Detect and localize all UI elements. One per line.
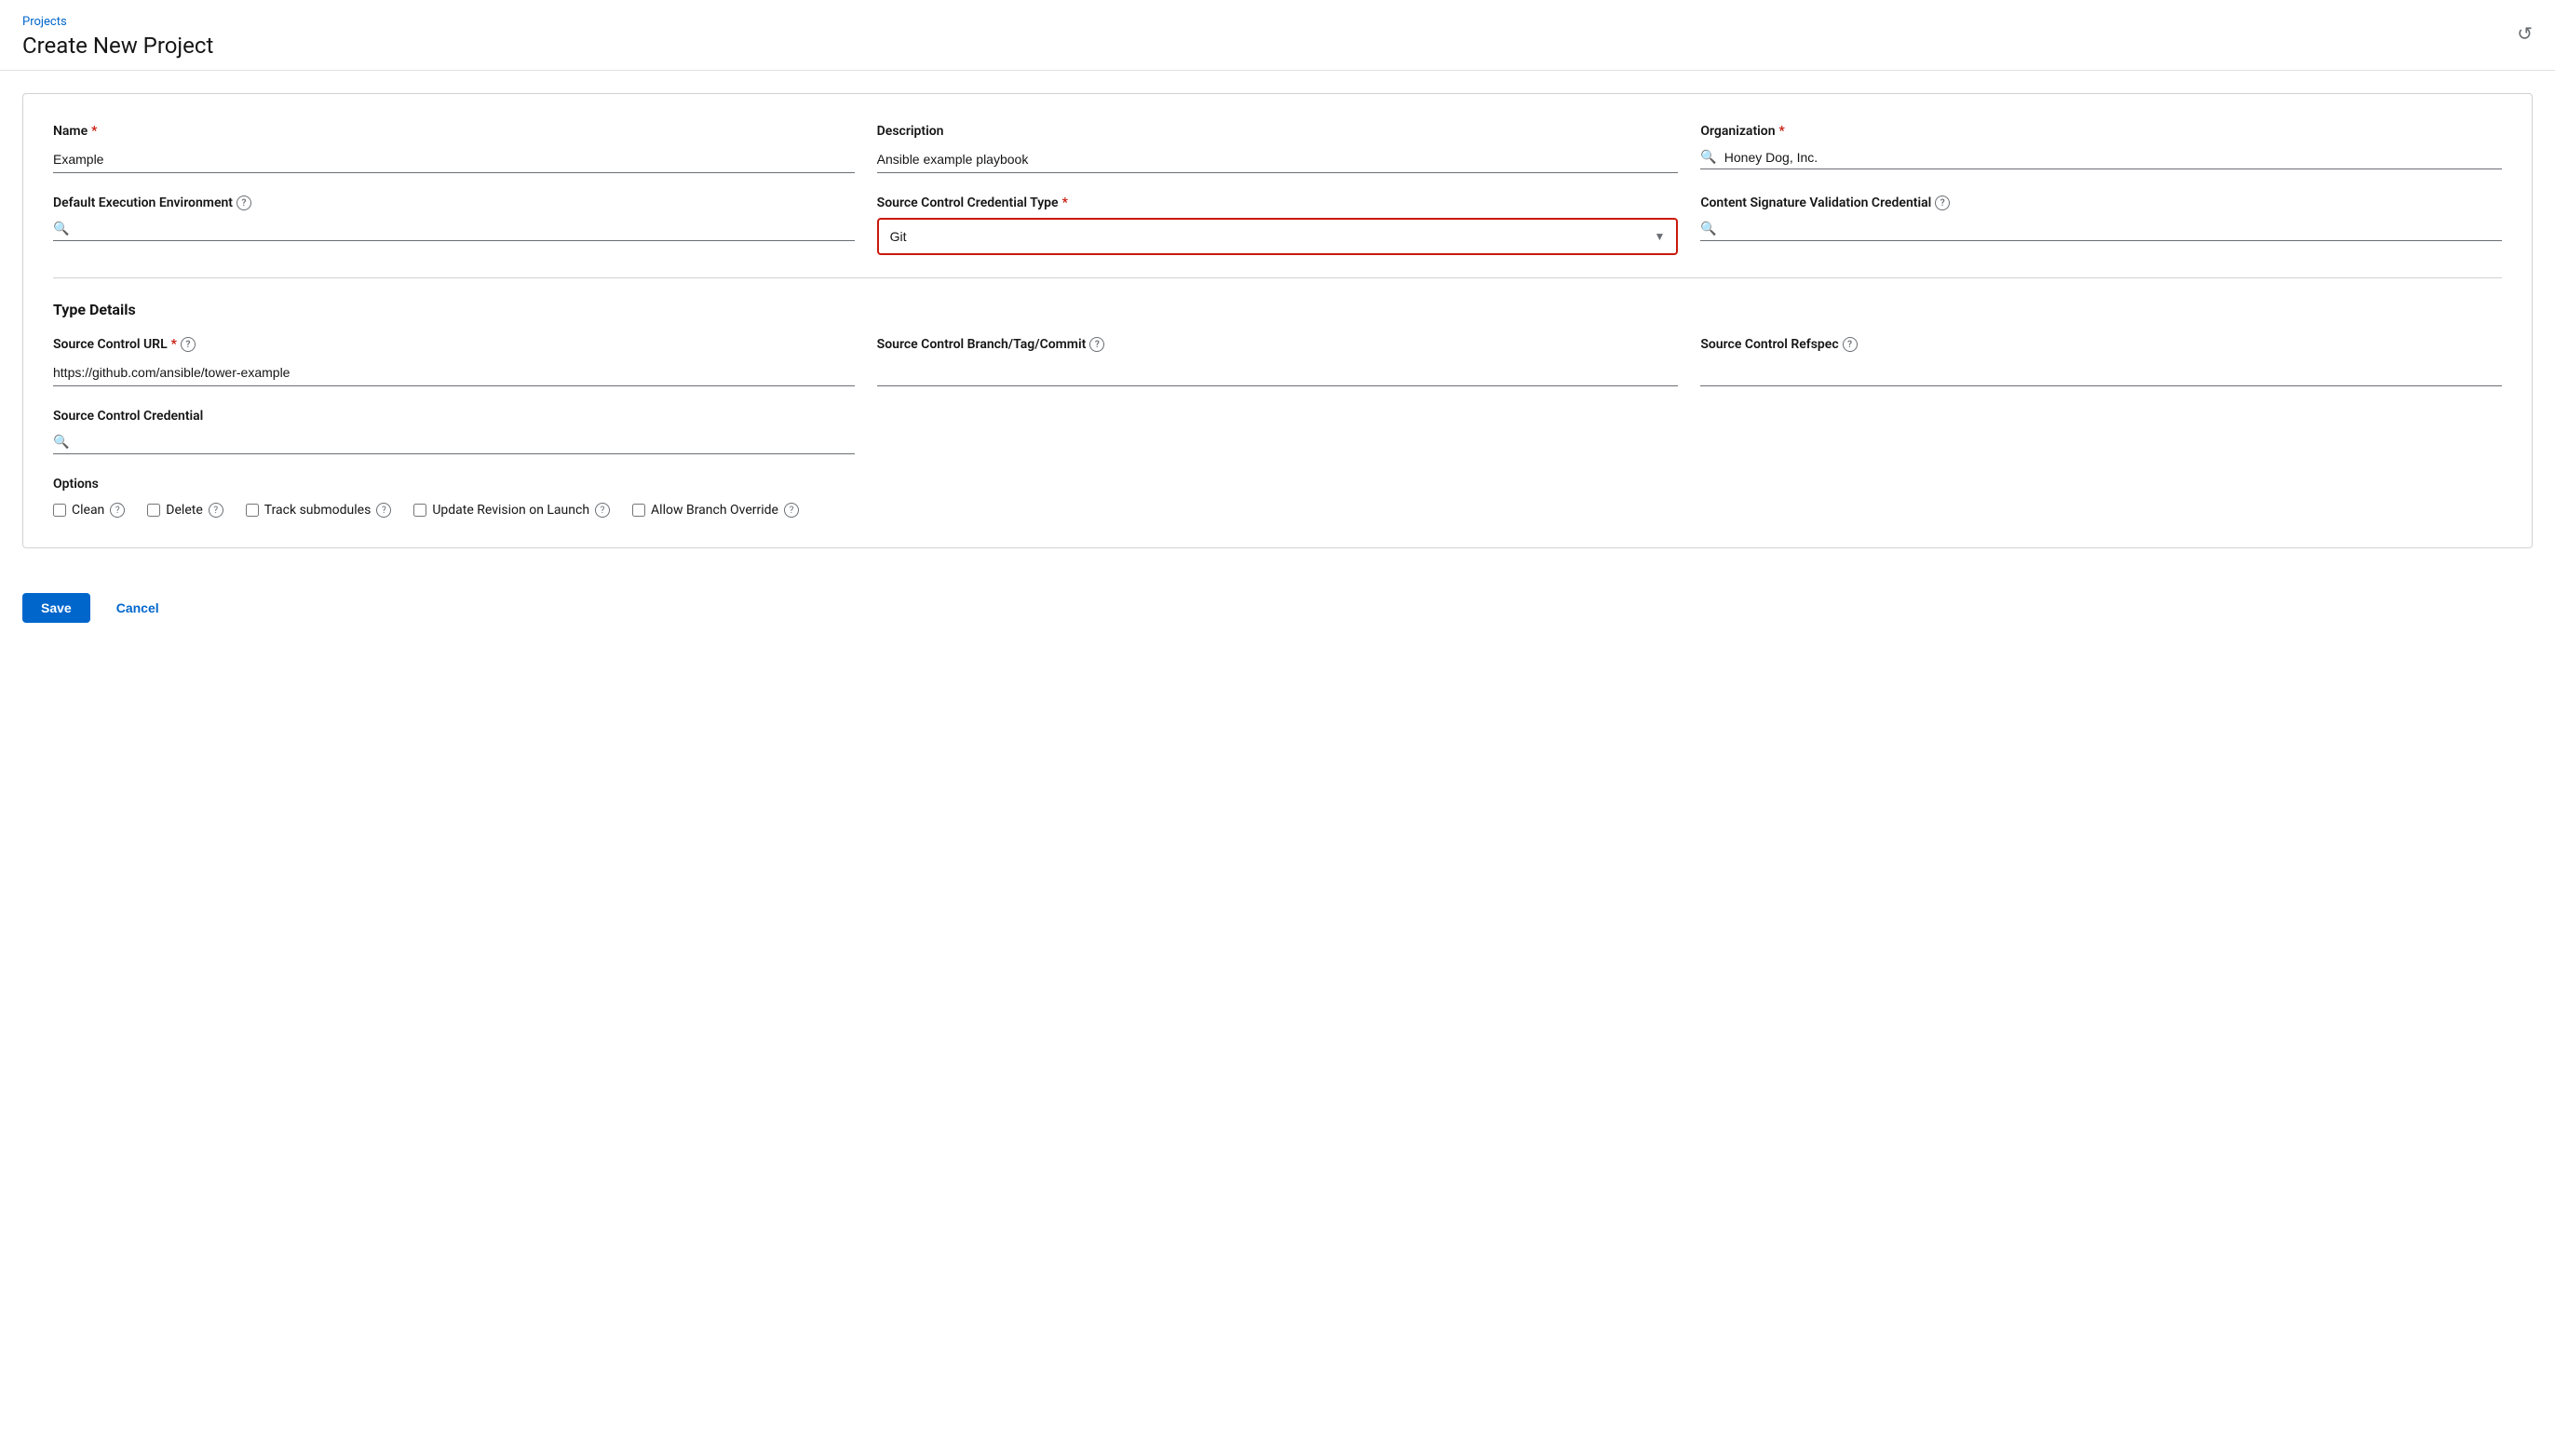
help-icon-update-revision[interactable]: ? — [595, 503, 610, 518]
section-title-type-details: Type Details — [53, 301, 2502, 318]
label-sc-credential: Source Control Credential — [53, 409, 855, 424]
checkbox-update-revision[interactable] — [413, 504, 426, 517]
exec-env-search-icon: 🔍 — [53, 222, 69, 236]
help-icon-exec-env[interactable]: ? — [237, 195, 251, 210]
help-icon-sc-refspec[interactable]: ? — [1843, 337, 1858, 352]
header-left: Projects Create New Project — [22, 15, 213, 59]
input-description[interactable] — [877, 146, 1679, 173]
field-description: Description — [877, 124, 1679, 173]
input-name[interactable] — [53, 146, 855, 173]
section-divider — [53, 277, 2502, 278]
exec-env-search-wrapper: 🔍 — [53, 218, 855, 241]
help-icon-allow-branch-override[interactable]: ? — [784, 503, 799, 518]
label-clean[interactable]: Clean — [72, 503, 104, 518]
option-delete: Delete ? — [147, 503, 223, 518]
content-sig-search-wrapper: 🔍 — [1700, 218, 2502, 241]
breadcrumb[interactable]: Projects — [22, 15, 213, 29]
select-source-control-type[interactable]: Manual Git Subversion Mercurial Red Hat … — [879, 220, 1677, 253]
help-icon-sc-branch[interactable]: ? — [1089, 337, 1104, 352]
page-wrapper: Projects Create New Project ↺ Name * Des… — [0, 0, 2555, 1456]
input-sc-branch[interactable] — [877, 359, 1679, 386]
row-sc-credential: Source Control Credential 🔍 — [53, 409, 2502, 454]
input-sc-url[interactable] — [53, 359, 855, 386]
option-allow-branch-override: Allow Branch Override ? — [632, 503, 799, 518]
content-sig-search-icon: 🔍 — [1700, 222, 1716, 236]
input-sc-refspec[interactable] — [1700, 359, 2502, 386]
options-section: Options Clean ? Delete ? Track submodule… — [53, 477, 2502, 518]
required-star-sc-url: * — [171, 337, 177, 352]
field-sc-branch: Source Control Branch/Tag/Commit ? — [877, 337, 1679, 386]
option-track-submodules: Track submodules ? — [246, 503, 392, 518]
page-header: Projects Create New Project ↺ — [0, 0, 2555, 71]
label-sc-branch: Source Control Branch/Tag/Commit ? — [877, 337, 1679, 352]
option-update-revision: Update Revision on Launch ? — [413, 503, 610, 518]
checkbox-clean[interactable] — [53, 504, 66, 517]
select-wrapper-scct: Manual Git Subversion Mercurial Red Hat … — [877, 218, 1679, 255]
history-icon[interactable]: ↺ — [2517, 22, 2533, 45]
cancel-button[interactable]: Cancel — [101, 593, 174, 623]
field-sc-credential: Source Control Credential 🔍 — [53, 409, 855, 454]
label-default-exec-env: Default Execution Environment ? — [53, 195, 855, 210]
input-exec-env[interactable] — [76, 222, 854, 236]
label-name: Name * — [53, 124, 855, 139]
label-delete[interactable]: Delete — [166, 503, 202, 518]
required-star-org: * — [1779, 124, 1785, 139]
help-icon-sc-url[interactable]: ? — [181, 337, 196, 352]
field-default-exec-env: Default Execution Environment ? 🔍 — [53, 195, 855, 255]
help-icon-clean[interactable]: ? — [110, 503, 125, 518]
label-content-sig-validation: Content Signature Validation Credential … — [1700, 195, 2502, 210]
page-title: Create New Project — [22, 33, 213, 59]
save-button[interactable]: Save — [22, 593, 90, 623]
checkbox-allow-branch-override[interactable] — [632, 504, 645, 517]
row-sc-url-branch-refspec: Source Control URL * ? Source Control Br… — [53, 337, 2502, 386]
help-icon-content-sig[interactable]: ? — [1935, 195, 1950, 210]
input-content-sig[interactable] — [1724, 222, 2502, 236]
field-sc-refspec: Source Control Refspec ? — [1700, 337, 2502, 386]
checkbox-track-submodules[interactable] — [246, 504, 259, 517]
option-clean: Clean ? — [53, 503, 125, 518]
required-star-name: * — [91, 124, 97, 139]
sc-credential-search-icon: 🔍 — [53, 435, 69, 450]
form-footer: Save Cancel — [0, 571, 2555, 645]
checkbox-delete[interactable] — [147, 504, 160, 517]
required-star-scct: * — [1062, 195, 1068, 210]
row-name-description-org: Name * Description Organization * 🔍 — [53, 124, 2502, 173]
field-source-control-type: Source Control Credential Type * Manual … — [877, 195, 1679, 255]
help-icon-delete[interactable]: ? — [209, 503, 223, 518]
form-container: Name * Description Organization * 🔍 — [22, 93, 2533, 548]
field-sc-url: Source Control URL * ? — [53, 337, 855, 386]
org-search-wrapper: 🔍 — [1700, 146, 2502, 169]
input-organization[interactable] — [1724, 150, 2502, 165]
field-name: Name * — [53, 124, 855, 173]
sc-credential-search-wrapper: 🔍 — [53, 431, 855, 454]
label-source-control-type: Source Control Credential Type * — [877, 195, 1679, 210]
label-track-submodules[interactable]: Track submodules — [264, 503, 372, 518]
label-sc-refspec: Source Control Refspec ? — [1700, 337, 2502, 352]
options-row: Clean ? Delete ? Track submodules ? Upda… — [53, 503, 2502, 518]
row-exec-env-scct-csvc: Default Execution Environment ? 🔍 Source… — [53, 195, 2502, 255]
label-sc-url: Source Control URL * ? — [53, 337, 855, 352]
help-icon-track-submodules[interactable]: ? — [376, 503, 391, 518]
label-description: Description — [877, 124, 1679, 139]
input-sc-credential[interactable] — [76, 435, 854, 450]
label-organization: Organization * — [1700, 124, 2502, 139]
org-search-icon: 🔍 — [1700, 150, 1716, 165]
field-organization: Organization * 🔍 — [1700, 124, 2502, 173]
label-allow-branch-override[interactable]: Allow Branch Override — [651, 503, 778, 518]
options-title: Options — [53, 477, 2502, 492]
field-content-sig-validation: Content Signature Validation Credential … — [1700, 195, 2502, 255]
label-update-revision[interactable]: Update Revision on Launch — [432, 503, 589, 518]
